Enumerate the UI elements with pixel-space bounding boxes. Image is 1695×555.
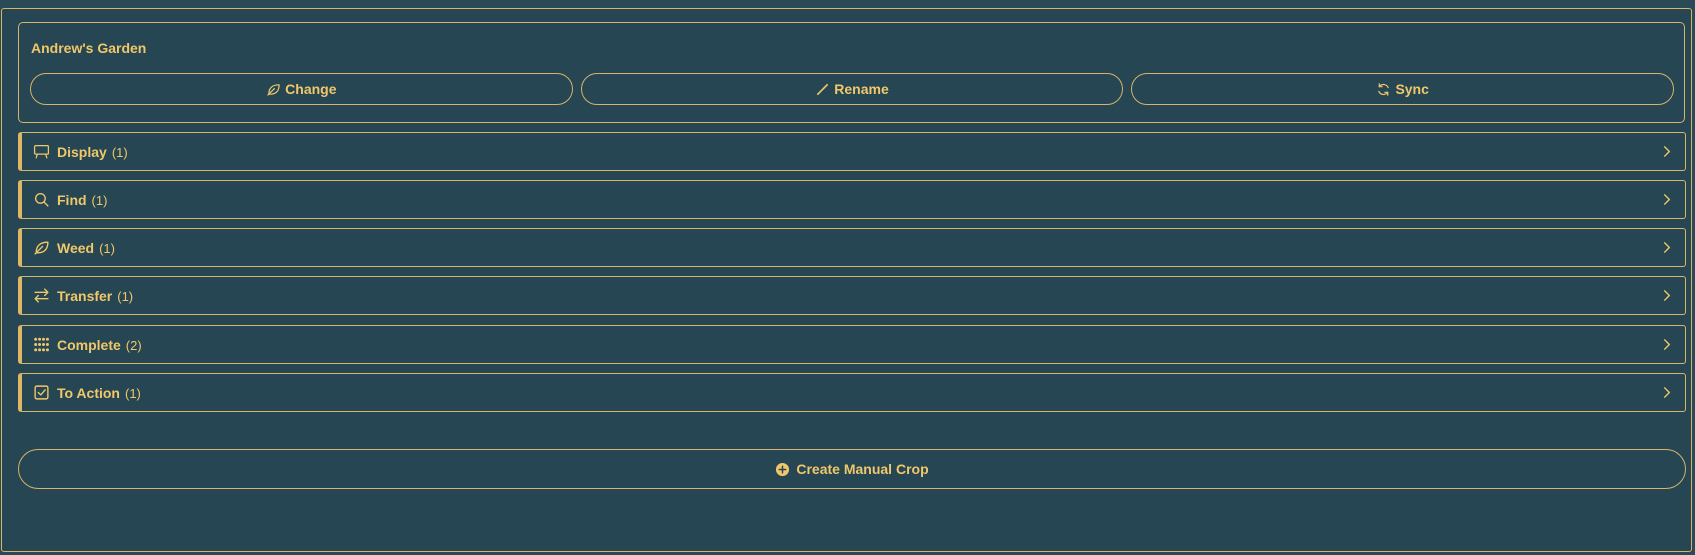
change-button[interactable]: Change xyxy=(30,73,573,105)
section-complete-label-wrap: Complete (2) xyxy=(57,337,142,353)
section-complete-label: Complete xyxy=(57,337,121,353)
plus-circle-icon xyxy=(776,462,790,476)
section-display-label-wrap: Display (1) xyxy=(57,144,128,160)
rename-button-label: Rename xyxy=(834,81,889,97)
sync-icon xyxy=(1378,82,1390,96)
pencil-icon xyxy=(817,83,829,95)
chevron-right-icon xyxy=(1663,290,1671,301)
section-transfer-label-wrap: Transfer (1) xyxy=(57,288,133,304)
section-find-count: (1) xyxy=(91,193,108,208)
section-display-label: Display xyxy=(57,144,107,160)
leaf-icon xyxy=(34,241,49,255)
section-display-count: (1) xyxy=(111,145,128,160)
chevron-right-icon xyxy=(1663,194,1671,205)
section-find[interactable]: Find (1) xyxy=(18,180,1686,219)
chevron-right-icon xyxy=(1663,242,1671,253)
sync-button[interactable]: Sync xyxy=(1131,73,1675,105)
create-manual-crop-label: Create Manual Crop xyxy=(796,461,929,477)
search-icon xyxy=(34,192,49,207)
chevron-right-icon xyxy=(1663,146,1671,157)
sync-button-label: Sync xyxy=(1395,81,1429,97)
grid-dots-icon xyxy=(34,337,49,352)
create-manual-crop-button[interactable]: Create Manual Crop xyxy=(18,449,1686,489)
change-button-label: Change xyxy=(285,81,337,97)
section-complete[interactable]: Complete (2) xyxy=(18,325,1686,364)
section-transfer-count: (1) xyxy=(117,289,134,304)
checkbox-icon xyxy=(34,385,49,400)
chevron-right-icon xyxy=(1663,387,1671,398)
transfer-arrows-icon xyxy=(34,288,49,303)
leaf-icon xyxy=(267,83,280,96)
section-complete-count: (2) xyxy=(125,338,142,353)
garden-card: Andrew's Garden Change Rename Sync xyxy=(18,22,1685,123)
section-find-label: Find xyxy=(57,192,87,208)
section-weed[interactable]: Weed (1) xyxy=(18,228,1686,267)
section-weed-label-wrap: Weed (1) xyxy=(57,240,115,256)
main-panel: Andrew's Garden Change Rename Sync Displ… xyxy=(1,8,1692,552)
easel-icon xyxy=(33,145,50,159)
section-weed-label: Weed xyxy=(57,240,95,256)
section-transfer-label: Transfer xyxy=(57,288,113,304)
rename-button[interactable]: Rename xyxy=(580,73,1124,105)
garden-actions: Change Rename Sync xyxy=(30,73,1675,105)
section-to-action-label: To Action xyxy=(57,385,120,401)
section-find-label-wrap: Find (1) xyxy=(57,192,107,208)
section-to-action[interactable]: To Action (1) xyxy=(18,373,1686,412)
section-weed-count: (1) xyxy=(99,241,115,256)
section-display[interactable]: Display (1) xyxy=(18,132,1686,171)
garden-title: Andrew's Garden xyxy=(31,40,147,56)
section-to-action-label-wrap: To Action (1) xyxy=(57,385,141,401)
chevron-right-icon xyxy=(1663,339,1671,350)
section-to-action-count: (1) xyxy=(125,386,141,401)
section-transfer[interactable]: Transfer (1) xyxy=(18,276,1686,315)
